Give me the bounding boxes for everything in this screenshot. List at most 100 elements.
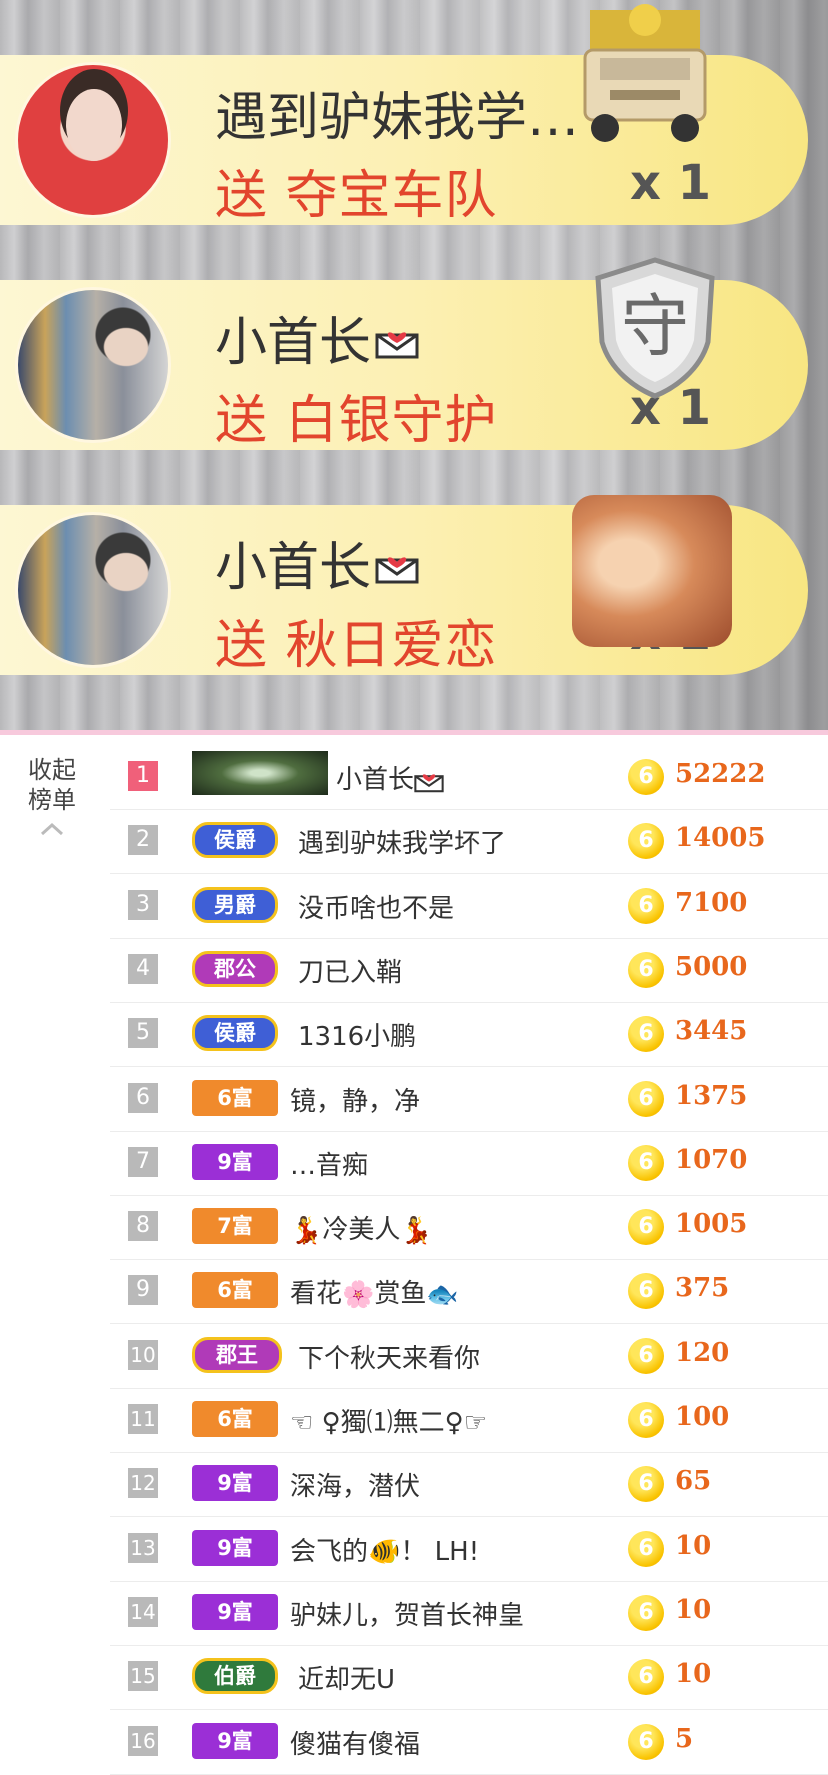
coin-icon: 6 [628, 1466, 664, 1503]
user-name: 小首长 [336, 759, 444, 796]
avatar[interactable] [18, 290, 168, 440]
user-name-text: 没币啥也不是 [298, 893, 455, 924]
contribution-amount: 1005 [675, 1209, 748, 1240]
leaderboard-row[interactable]: 2 侯爵 遇到驴妹我学坏了 6 14005 [110, 809, 828, 875]
envelope-heart-icon [414, 773, 444, 792]
user-name: 驴妹儿，贺首长神皇 [290, 1595, 524, 1632]
leaderboard-row[interactable]: 11 6富 ☜ ♀獨⑴無二♀☞ 6 100 [110, 1388, 828, 1453]
level-badge: 伯爵 [192, 1658, 278, 1695]
gift-sender-name: 小首长 [215, 525, 419, 600]
gift-send-text: 送 白银守护 [215, 391, 498, 451]
rank-number: 16 [128, 1725, 158, 1756]
user-name-text: …音痴 [290, 1150, 369, 1181]
leaderboard-row[interactable]: 14 9富 驴妹儿，贺首长神皇 6 10 [110, 1581, 828, 1646]
live-stream-background: 遇到驴妹我学… 送 夺宝车队 x 1 小首长 送 白银守护 x 1 守 小首长 … [0, 0, 828, 730]
user-name-text: 傻猫有傻福 [290, 1729, 421, 1760]
contribution-amount: 52222 [675, 759, 766, 789]
rank-number: 1 [128, 761, 158, 791]
level-badge: 6富 [192, 1079, 278, 1116]
user-name-text: 赏鱼 [374, 1279, 427, 1310]
rank-number: 6 [128, 1082, 158, 1113]
user-name-text: 深海，潜伏 [290, 1472, 421, 1503]
armored-car-icon [583, 4, 707, 142]
avatar[interactable] [18, 515, 168, 665]
contribution-amount: 10 [675, 1594, 712, 1625]
user-name: 没币啥也不是 [298, 888, 454, 925]
gift-send-text: 送 秋日爱恋 [215, 616, 498, 676]
user-name-text: 刀已入鞘 [298, 957, 403, 988]
coin-icon: 6 [628, 1209, 664, 1246]
leaderboard-row[interactable]: 1 小首长 6 52222 [110, 745, 828, 810]
leaderboard-row[interactable]: 10 郡王 下个秋天来看你 6 120 [110, 1324, 828, 1389]
user-name: 1316小鹏 [298, 1016, 416, 1053]
leaderboard-row[interactable]: 9 6富 看花🌸赏鱼🐟 6 375 [110, 1259, 828, 1325]
level-badge: 7富 [192, 1208, 278, 1245]
contribution-amount: 5 [675, 1723, 694, 1754]
user-name-text: 驴妹儿，贺首长神皇 [290, 1600, 525, 1631]
user-name: 近却无U [298, 1659, 395, 1696]
leaderboard-row[interactable]: 7 9富 …音痴 6 1070 [110, 1131, 828, 1196]
level-badge: 侯爵 [192, 1015, 278, 1052]
leaderboard-row[interactable]: 5 侯爵 1316小鹏 6 3445 [110, 1002, 828, 1068]
user-name: 傻猫有傻福 [290, 1724, 420, 1761]
level-badge: 6富 [192, 1401, 278, 1437]
user-name: 看花🌸赏鱼🐟 [290, 1273, 459, 1310]
leaderboard-row[interactable]: 6 6富 镜，静，净 6 1375 [110, 1067, 828, 1132]
coin-icon: 6 [628, 1659, 664, 1696]
gift-banner[interactable]: 遇到驴妹我学… 送 夺宝车队 x 1 [0, 4, 828, 226]
leaderboard-row[interactable]: 12 9富 深海，潜伏 6 65 [110, 1452, 828, 1518]
coin-icon: 6 [628, 1144, 664, 1181]
rank-number: 10 [128, 1339, 158, 1370]
silver-shield-icon: 守 [595, 257, 715, 399]
leaderboard-row[interactable]: 4 郡公 刀已入鞘 6 5000 [110, 938, 828, 1003]
gift-banner[interactable]: 小首长 送 白银守护 x 1 守 [0, 257, 828, 451]
chevron-up-icon [40, 822, 64, 836]
user-name-text: ☜ ♀獨⑴無二♀☞ [290, 1408, 487, 1438]
user-name-text: ！ LH! [400, 1536, 480, 1567]
level-badge: 6富 [192, 1272, 278, 1309]
dancer-icon: 💃 [290, 1215, 323, 1246]
rank-number: 7 [128, 1146, 158, 1177]
user-banner-image [192, 751, 328, 795]
user-name-text: 近却无U [298, 1665, 396, 1696]
leaderboard-row[interactable]: 16 9富 傻猫有傻福 6 5 [110, 1710, 828, 1775]
level-badge: 9富 [192, 1529, 278, 1566]
coin-icon: 6 [628, 759, 664, 795]
contribution-amount: 5000 [675, 951, 748, 982]
user-name: …音痴 [290, 1145, 368, 1182]
rank-number: 2 [128, 825, 158, 856]
contribution-amount: 10 [675, 1530, 712, 1561]
gift-sender-name: 遇到驴妹我学… [215, 88, 580, 148]
rank-number: 12 [128, 1468, 158, 1499]
contribution-amount: 3445 [675, 1016, 748, 1047]
coin-icon: 6 [628, 823, 664, 860]
user-name-text: 冷美人 [322, 1215, 401, 1246]
fish-icon: 🐟 [426, 1279, 459, 1310]
user-name: 刀已入鞘 [298, 952, 402, 989]
level-badge: 侯爵 [192, 822, 278, 859]
collapse-label: 榜单 [28, 786, 76, 814]
user-name-text: 小首长 [336, 765, 415, 795]
leaderboard-row[interactable]: 15 伯爵 近却无U 6 10 [110, 1645, 828, 1711]
rank-number: 9 [128, 1275, 158, 1306]
collapse-label: 收起 [28, 756, 76, 784]
level-badge: 郡公 [192, 950, 278, 987]
level-badge: 男爵 [192, 886, 278, 923]
gift-send-text: 送 夺宝车队 [215, 166, 498, 226]
leaderboard-row[interactable]: 8 7富 💃冷美人💃 6 1005 [110, 1195, 828, 1261]
contribution-amount: 120 [675, 1337, 730, 1368]
gift-banner[interactable]: 小首长 送 秋日爱恋 x 1 [0, 495, 828, 676]
collapse-board-button[interactable]: 收起 榜单 [20, 755, 84, 837]
envelope-heart-icon [375, 332, 419, 359]
rank-number: 13 [128, 1532, 158, 1563]
gift-sender-name: 小首长 [215, 300, 419, 375]
leaderboard-row[interactable]: 13 9富 会飞的🐠！ LH! 6 10 [110, 1517, 828, 1582]
avatar[interactable] [18, 65, 168, 215]
coin-icon: 6 [628, 1594, 664, 1631]
leaderboard-row[interactable]: 3 男爵 没币啥也不是 6 7100 [110, 874, 828, 939]
flower-icon: 🌸 [342, 1279, 375, 1310]
user-name-text: 会飞的 [290, 1536, 369, 1567]
coin-icon: 6 [628, 1273, 664, 1310]
coin-icon: 6 [628, 951, 664, 988]
svg-text:守: 守 [621, 288, 689, 367]
